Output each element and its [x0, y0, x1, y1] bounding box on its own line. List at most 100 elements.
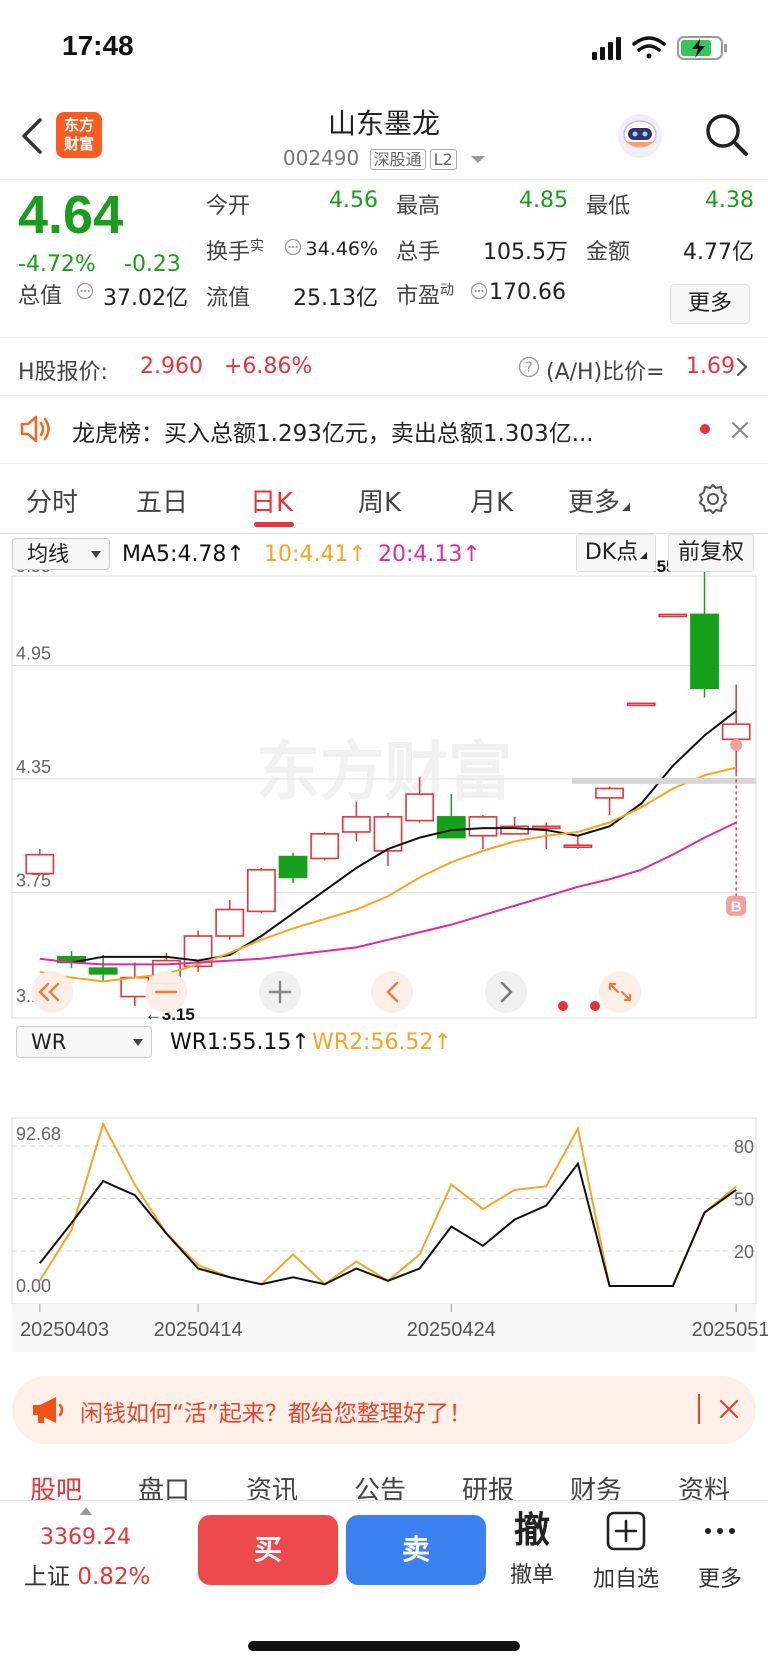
- date-axis-label: 20250403: [20, 1319, 109, 1341]
- triangle-icon: [622, 503, 631, 511]
- notice-title: 龙虎榜: [72, 421, 141, 447]
- candle-body: [436, 816, 466, 839]
- unread-dot: [700, 424, 710, 434]
- dk-point-button[interactable]: DK点: [576, 534, 656, 572]
- promo-banner[interactable]: 闲钱如何“活”起来？都给您整理好了！: [12, 1376, 756, 1444]
- quote-more-button[interactable]: 更多: [670, 284, 750, 324]
- tab-news[interactable]: 资讯: [246, 1470, 298, 1500]
- close-icon[interactable]: [718, 1398, 740, 1420]
- last-price: 4.64: [18, 185, 124, 245]
- candle-body: [215, 908, 245, 937]
- volume-label: 总手: [396, 240, 441, 265]
- status-icons: [592, 36, 727, 60]
- add-watchlist-button[interactable]: 加自选: [586, 1509, 666, 1593]
- change-percent: -4.72%: [18, 252, 96, 277]
- more-dots-icon: [705, 1528, 735, 1534]
- candle-body: [721, 723, 751, 741]
- buy-button[interactable]: 买: [198, 1515, 338, 1585]
- h-share-price: 2.960: [140, 354, 203, 379]
- marker-b-label: B: [731, 899, 742, 916]
- rewind-button[interactable]: [31, 971, 73, 1013]
- candle-body: [310, 833, 340, 860]
- high-value: 4.85: [519, 188, 568, 213]
- pe-label-sup: 动: [440, 282, 455, 299]
- index-value: 3369.24: [40, 1525, 131, 1550]
- tab-more[interactable]: 更多: [568, 482, 631, 519]
- info-dots-icon[interactable]: [470, 282, 488, 300]
- price-adjust-button[interactable]: 前复权: [668, 534, 754, 572]
- date-axis-label: 20250424: [407, 1319, 496, 1341]
- fullscreen-button[interactable]: [599, 971, 641, 1013]
- close-icon[interactable]: [730, 420, 750, 440]
- trade-footer: 3369.24 上证 0.82% 买 卖 撤 撤单 加自选 更多: [0, 1500, 768, 1663]
- candle-body: [658, 613, 688, 618]
- tag-shenzhen-connect: 深股通: [369, 149, 426, 170]
- sell-button[interactable]: 卖: [346, 1515, 486, 1585]
- tab-profile[interactable]: 资料: [678, 1470, 730, 1500]
- candle-body: [405, 793, 435, 822]
- pe-label: 市盈动: [396, 278, 454, 310]
- date-axis-band: [12, 1304, 756, 1352]
- search-icon[interactable]: [702, 110, 750, 158]
- ma-selector[interactable]: 均线: [12, 538, 110, 570]
- page-dot: [590, 1001, 600, 1011]
- tab-research[interactable]: 研报: [462, 1470, 514, 1500]
- ah-ratio-label: (A/H)比价=: [546, 360, 665, 385]
- wr-selector-label: WR: [31, 1030, 67, 1054]
- candle-body: [88, 967, 118, 975]
- tab-pankou[interactable]: 盘口: [138, 1470, 190, 1500]
- info-dots-icon[interactable]: [284, 238, 302, 256]
- candle-body: [120, 976, 150, 998]
- status-time: 17:48: [62, 30, 134, 61]
- turnover-label-text: 换手: [206, 240, 251, 265]
- turnover-label-sup: 实: [250, 238, 265, 255]
- amount-value: 4.77亿: [683, 240, 754, 265]
- tab-intraday[interactable]: 分时: [26, 482, 78, 519]
- kline-chart-svg[interactable]: 东方财富5.554.954.353.753.155.55→←3.15B80502…: [0, 534, 768, 1364]
- wr-left-tick: 0.00: [16, 1276, 51, 1296]
- gear-icon[interactable]: [696, 482, 730, 516]
- stock-header: 东方财富 山东墨龙 002490 深股通 L2: [0, 96, 768, 180]
- float-cap-value: 25.13亿: [293, 286, 378, 311]
- wr-selector[interactable]: WR: [16, 1026, 152, 1058]
- previous-button[interactable]: [371, 971, 413, 1013]
- footer-more-button[interactable]: 更多: [680, 1509, 760, 1593]
- turnover-label: 换手实: [206, 234, 264, 266]
- robot-assistant-icon[interactable]: [616, 112, 664, 160]
- tab-five-day[interactable]: 五日: [136, 482, 188, 519]
- footer-more-label: 更多: [697, 1567, 742, 1592]
- next-button[interactable]: [485, 971, 527, 1013]
- candle-body: [690, 613, 719, 690]
- caret-down-icon: [471, 156, 486, 163]
- change-amount: -0.23: [124, 252, 181, 277]
- triangle-icon: [640, 552, 648, 559]
- battery-icon: [677, 36, 727, 60]
- notice-text: 龙虎榜：买入总额1.293亿元，卖出总额1.303亿...: [72, 414, 662, 448]
- page-dot: [558, 1001, 568, 1011]
- wr-right-tick: 50: [734, 1190, 754, 1210]
- tab-daily-k[interactable]: 日K: [250, 482, 293, 519]
- expand-up-icon[interactable]: [80, 1507, 92, 1515]
- tab-finance[interactable]: 财务: [570, 1470, 622, 1500]
- wr2-legend: WR2:56.52↑: [312, 1030, 452, 1055]
- cancel-glyph: 撤: [513, 1510, 550, 1551]
- high-label: 最高: [396, 194, 441, 219]
- pe-label-text: 市盈: [396, 284, 441, 309]
- dragon-tiger-notice[interactable]: 龙虎榜：买入总额1.293亿元，卖出总额1.303亿...: [0, 396, 768, 464]
- question-icon[interactable]: ?: [518, 356, 540, 378]
- add-box-icon: [606, 1511, 646, 1551]
- tab-weekly-k[interactable]: 周K: [358, 482, 401, 519]
- chart-area: 东方财富5.554.954.353.753.155.55→←3.15B80502…: [0, 534, 768, 1364]
- tab-announcements[interactable]: 公告: [354, 1470, 406, 1500]
- tab-guba[interactable]: 股吧: [30, 1470, 82, 1500]
- h-share-row[interactable]: H股报价: 2.960 +6.86% ? (A/H)比价= 1.69: [0, 338, 768, 396]
- candle-body: [595, 787, 624, 799]
- index-name: 上证: [24, 1564, 70, 1590]
- low-value: 4.38: [705, 188, 754, 213]
- cancel-order-button[interactable]: 撤 撤单: [492, 1509, 572, 1589]
- tab-monthly-k[interactable]: 月K: [470, 482, 513, 519]
- dropdown-icon: [133, 1039, 143, 1046]
- index-summary[interactable]: 上证 0.82%: [24, 1557, 150, 1591]
- ma10-legend: 10:4.41↑: [264, 542, 367, 567]
- info-dots-icon[interactable]: [76, 282, 94, 300]
